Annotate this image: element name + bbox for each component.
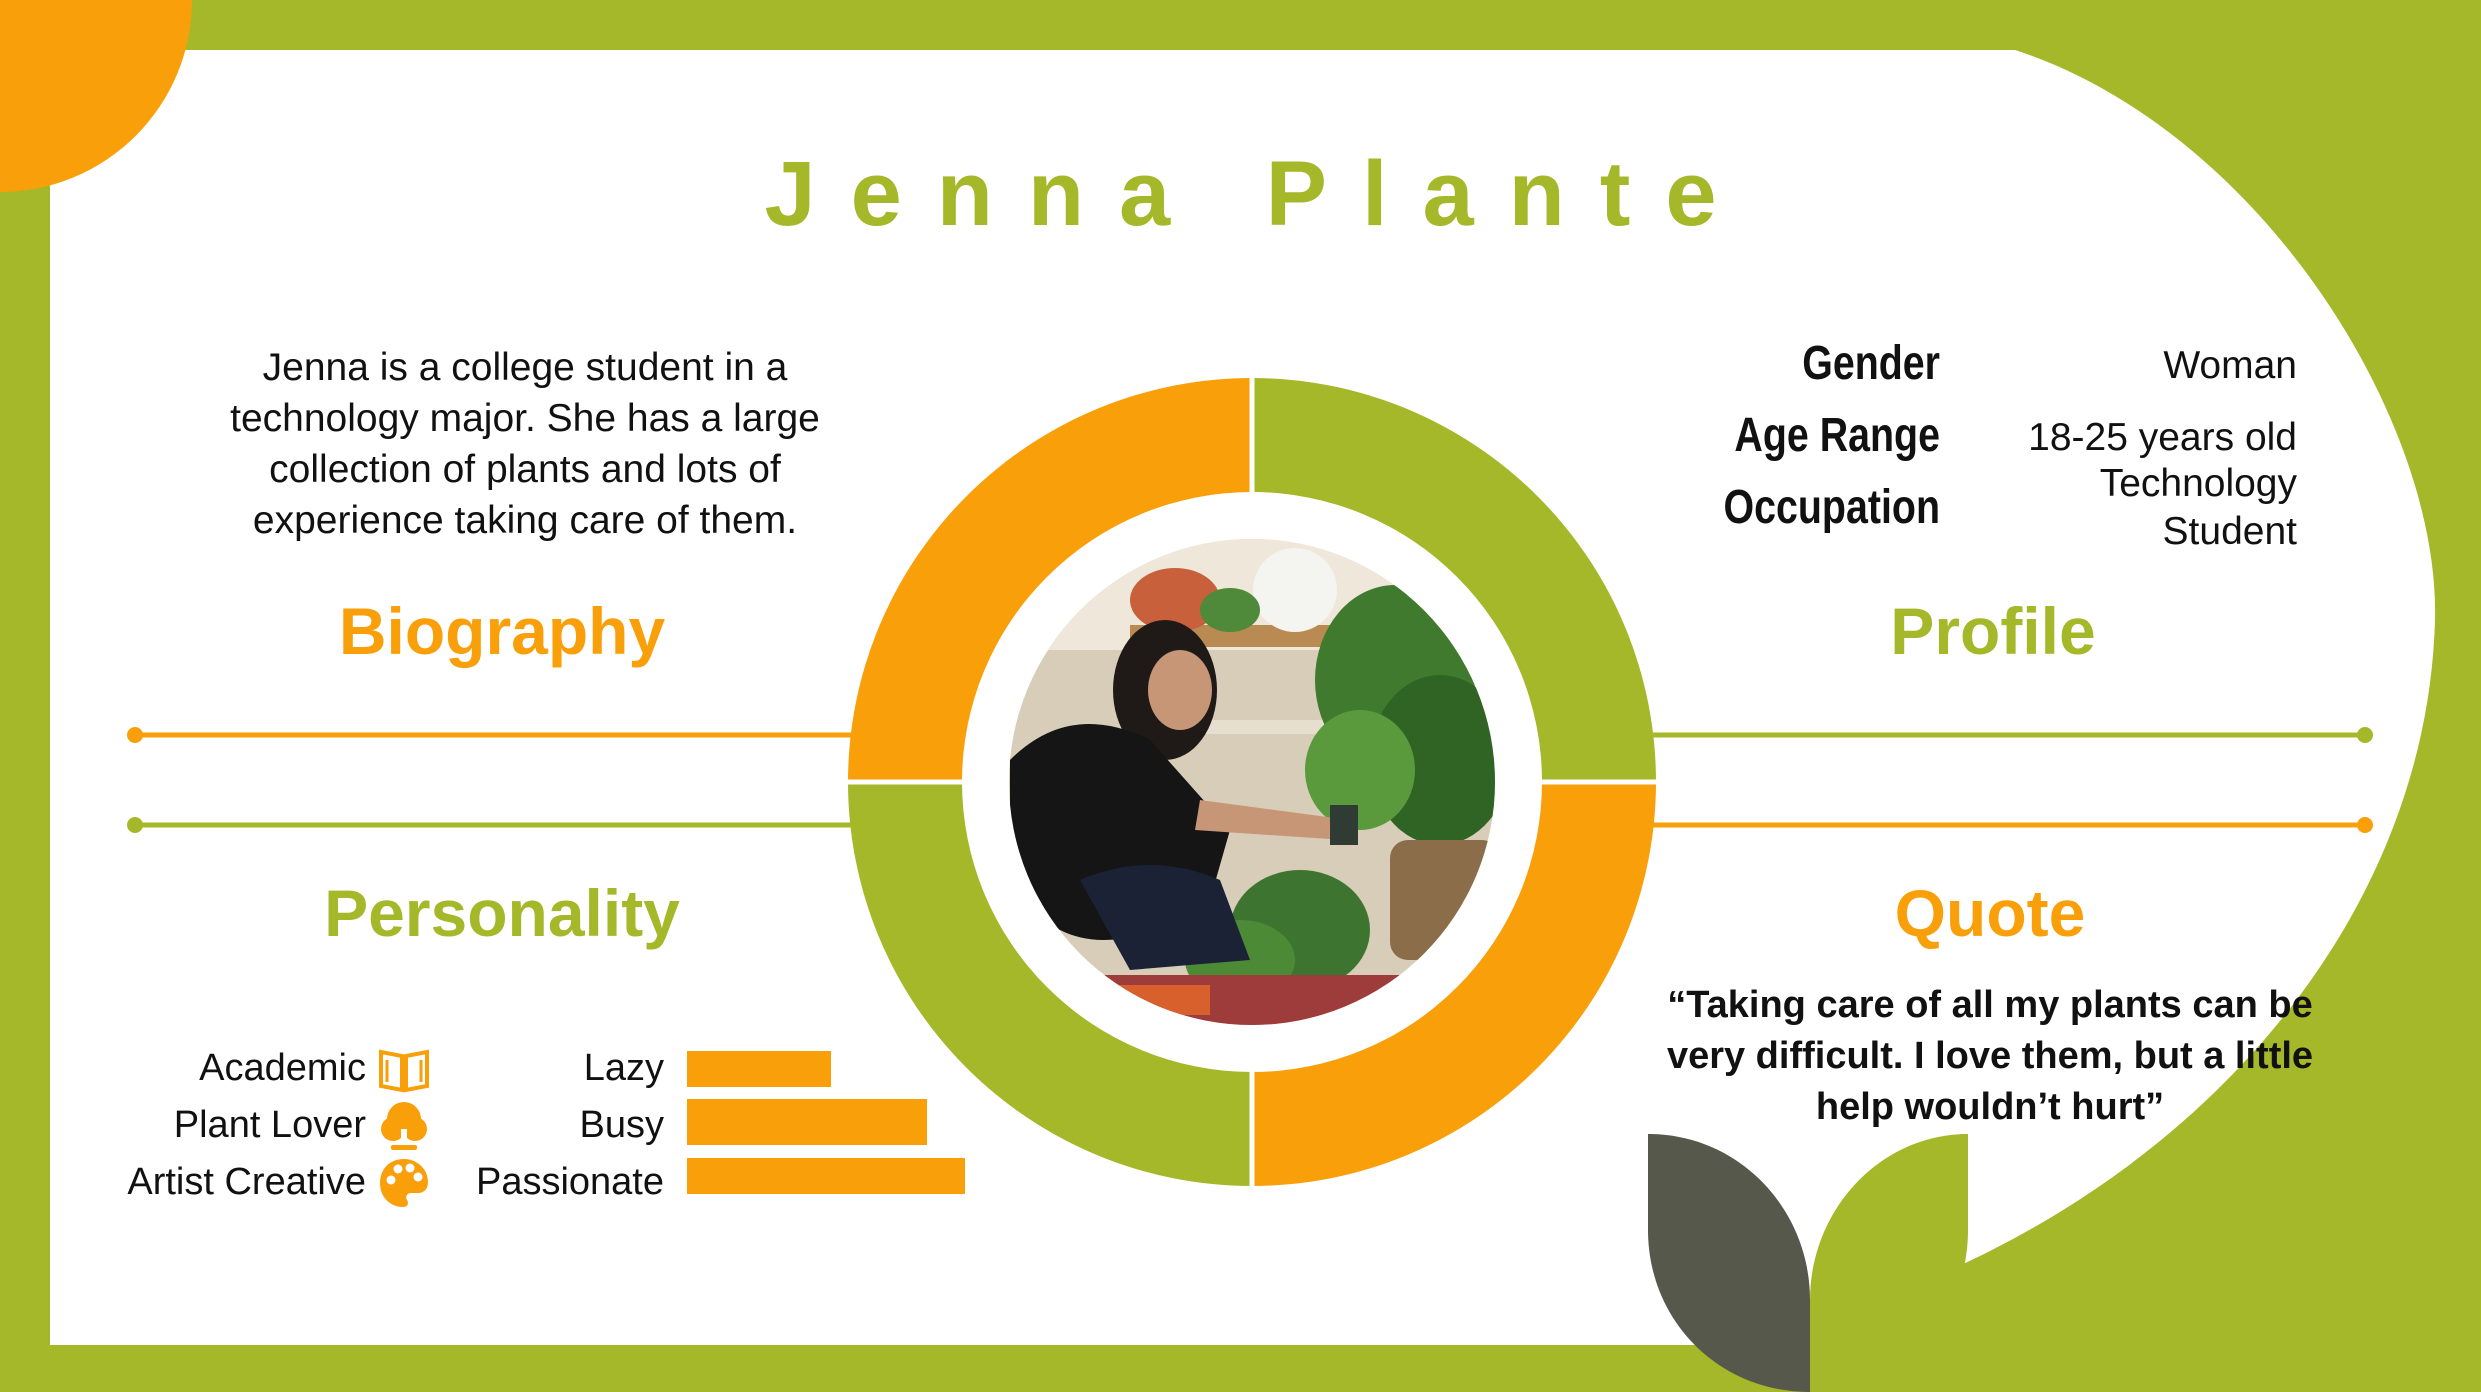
trait-plant-lover-label: Plant Lover [173, 1104, 366, 1146]
quote-heading: Quote [1894, 876, 2086, 950]
level-busy-label: Busy [579, 1104, 664, 1146]
biography-text: Jenna is a college student in a technolo… [230, 346, 820, 542]
personality-heading: Personality [324, 876, 680, 950]
level-lazy-bar [687, 1051, 831, 1087]
profile-heading: Profile [1890, 594, 2096, 668]
profile-value-occupation: Technology Student [2099, 462, 2297, 553]
quote-text: “Taking care of all my plants can be ver… [1666, 984, 2314, 1128]
level-lazy-label: Lazy [583, 1047, 664, 1089]
trait-artist-creative-label: Artist Creative [127, 1161, 366, 1203]
trait-academic-label: Academic [199, 1047, 366, 1089]
biography-heading: Biography [338, 594, 666, 668]
profile-value-age-range: 18-25 years old [2028, 416, 2297, 459]
level-passionate-bar [687, 1158, 965, 1194]
profile-label-occupation: Occupation [1723, 481, 1940, 534]
persona-name: Jenna Plante [764, 143, 1752, 245]
level-passionate-label: Passionate [475, 1161, 664, 1203]
persona-slide: Jenna Plante Jenna is a college student … [0, 0, 2481, 1392]
level-busy-bar [687, 1099, 927, 1145]
profile-value-gender: Woman [2163, 344, 2297, 387]
